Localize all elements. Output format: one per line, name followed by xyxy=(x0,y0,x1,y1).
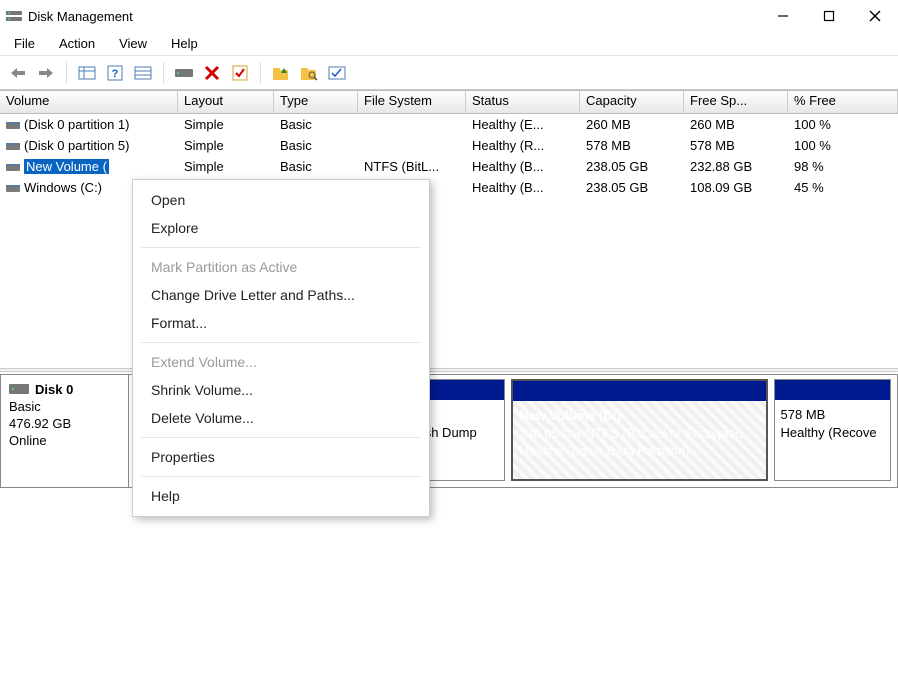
context-menu: OpenExplore Mark Partition as ActiveChang… xyxy=(132,179,430,517)
toolbar: ? xyxy=(0,56,898,90)
forward-button[interactable] xyxy=(34,61,58,85)
list-check-icon[interactable] xyxy=(325,61,349,85)
disk-info[interactable]: Disk 0 Basic 476.92 GB Online xyxy=(1,375,129,487)
disk-type: Basic xyxy=(9,399,120,414)
menu-item[interactable]: Help xyxy=(133,482,429,510)
menu-item: Mark Partition as Active xyxy=(133,253,429,281)
svg-text:?: ? xyxy=(112,68,119,80)
col-type[interactable]: Type xyxy=(274,91,358,113)
col-filesystem[interactable]: File System xyxy=(358,91,466,113)
menu-separator xyxy=(141,247,421,248)
menu-item[interactable]: Properties xyxy=(133,443,429,471)
toolbar-separator xyxy=(66,62,67,84)
help-icon[interactable]: ? xyxy=(103,61,127,85)
menu-file[interactable]: File xyxy=(4,34,45,53)
menu-item[interactable]: Open xyxy=(133,186,429,214)
close-button[interactable] xyxy=(852,0,898,32)
partition-block[interactable]: New Volume (D:)238.05 GB NTFS (BitLocker… xyxy=(511,379,767,481)
menu-item[interactable]: Change Drive Letter and Paths... xyxy=(133,281,429,309)
title-bar: Disk Management xyxy=(0,0,898,32)
col-layout[interactable]: Layout xyxy=(178,91,274,113)
app-icon xyxy=(6,8,22,24)
menu-help[interactable]: Help xyxy=(161,34,208,53)
menu-action[interactable]: Action xyxy=(49,34,105,53)
toolbar-separator xyxy=(260,62,261,84)
disk-label: Disk 0 xyxy=(35,382,73,397)
menu-item: Extend Volume... xyxy=(133,348,429,376)
folder-up-icon[interactable] xyxy=(269,61,293,85)
maximize-button[interactable] xyxy=(806,0,852,32)
menu-item[interactable]: Delete Volume... xyxy=(133,404,429,432)
toolbar-separator xyxy=(163,62,164,84)
menu-item[interactable]: Explore xyxy=(133,214,429,242)
table-row[interactable]: New Volume (SimpleBasicNTFS (BitL...Heal… xyxy=(0,156,898,177)
col-capacity[interactable]: Capacity xyxy=(580,91,684,113)
col-free[interactable]: Free Sp... xyxy=(684,91,788,113)
check-icon[interactable] xyxy=(228,61,252,85)
back-button[interactable] xyxy=(6,61,30,85)
col-volume[interactable]: Volume xyxy=(0,91,178,113)
partition-block[interactable]: 578 MBHealthy (Recove xyxy=(774,379,891,481)
col-status[interactable]: Status xyxy=(466,91,580,113)
menu-separator xyxy=(141,437,421,438)
disk-size: 476.92 GB xyxy=(9,416,120,431)
menu-item[interactable]: Format... xyxy=(133,309,429,337)
app-title: Disk Management xyxy=(28,9,133,24)
disk-drive-icon xyxy=(9,381,29,397)
menu-separator xyxy=(141,476,421,477)
table-row[interactable]: (Disk 0 partition 1)SimpleBasicHealthy (… xyxy=(0,114,898,135)
disk-status: Online xyxy=(9,433,120,448)
col-pfree[interactable]: % Free xyxy=(788,91,898,113)
menu-bar: File Action View Help xyxy=(0,32,898,56)
disk-icon[interactable] xyxy=(172,61,196,85)
menu-item[interactable]: Shrink Volume... xyxy=(133,376,429,404)
menu-view[interactable]: View xyxy=(109,34,157,53)
details-icon[interactable] xyxy=(131,61,155,85)
delete-icon[interactable] xyxy=(200,61,224,85)
panes-icon[interactable] xyxy=(75,61,99,85)
menu-separator xyxy=(141,342,421,343)
minimize-button[interactable] xyxy=(760,0,806,32)
column-headers: Volume Layout Type File System Status Ca… xyxy=(0,90,898,114)
folder-search-icon[interactable] xyxy=(297,61,321,85)
table-row[interactable]: (Disk 0 partition 5)SimpleBasicHealthy (… xyxy=(0,135,898,156)
